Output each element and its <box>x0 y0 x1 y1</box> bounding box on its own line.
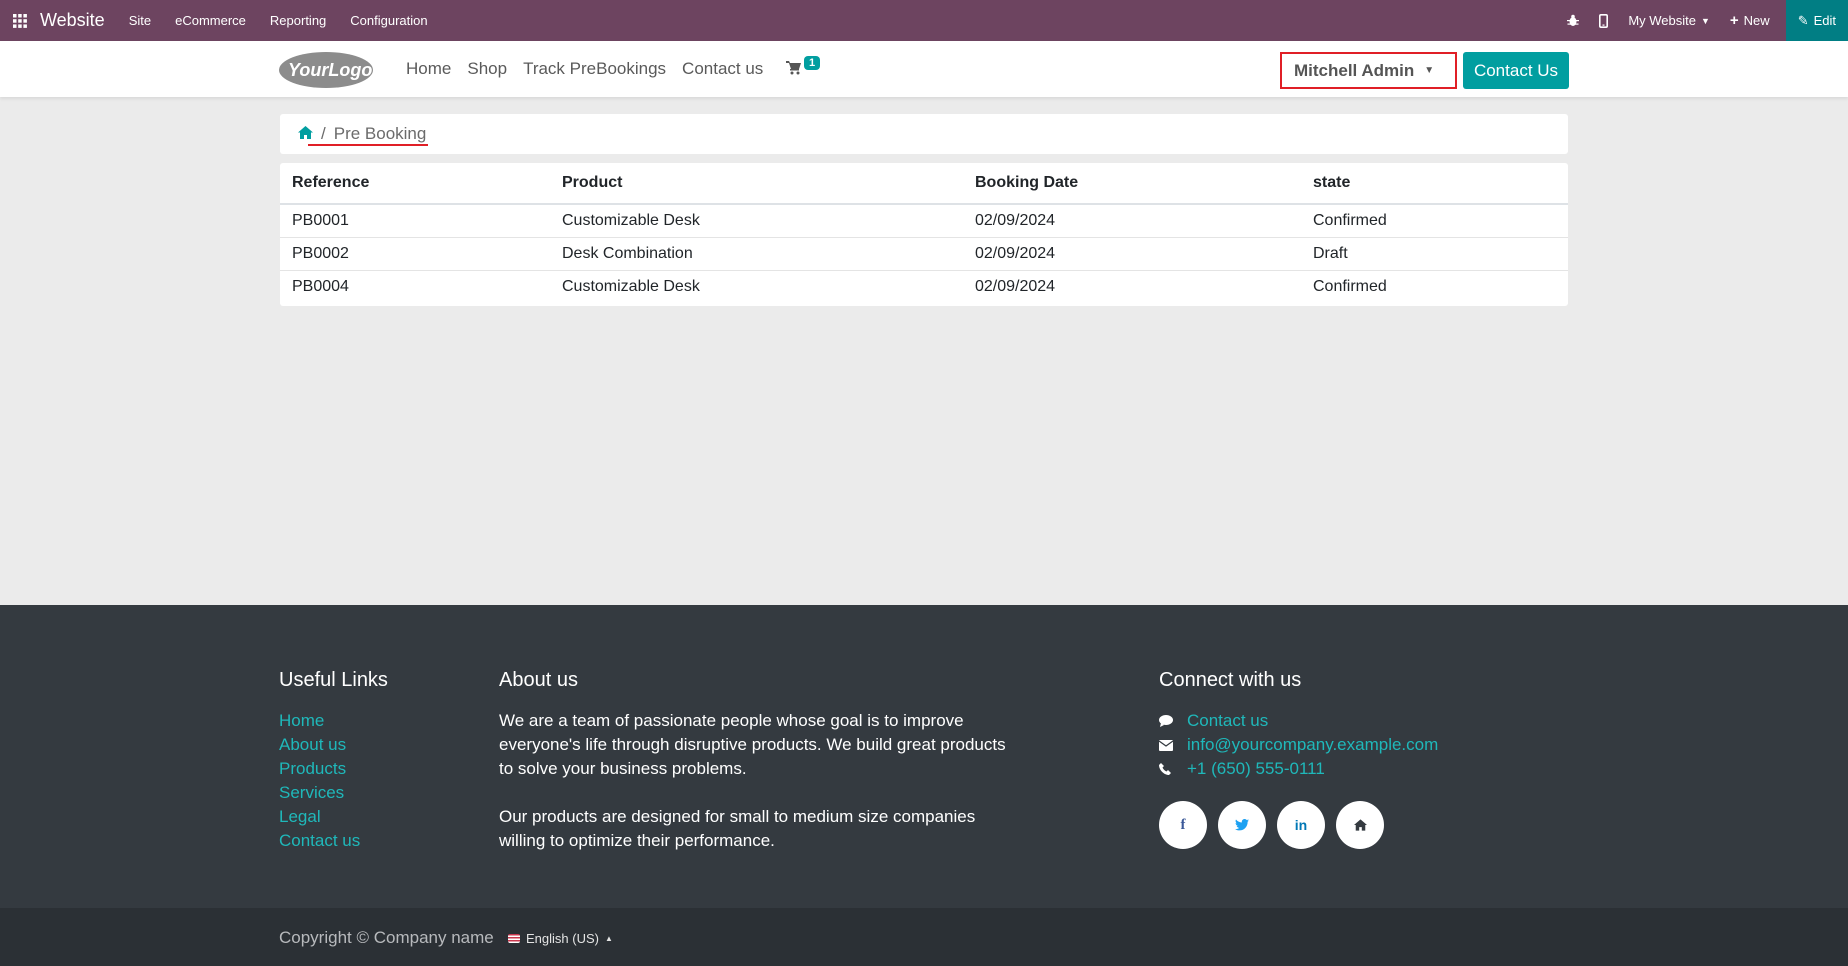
phone-icon <box>1159 763 1175 775</box>
cell-state: Confirmed <box>1313 277 1387 295</box>
col-reference: Reference <box>280 163 550 205</box>
contact-us-button[interactable]: Contact Us <box>1463 52 1569 89</box>
website-selector-label: My Website <box>1628 13 1696 28</box>
cell-product: Desk Combination <box>550 237 963 271</box>
footer-link-home[interactable]: Home <box>279 709 388 733</box>
admin-bar: Website Site eCommerce Reporting Configu… <box>0 0 1848 41</box>
language-label: English (US) <box>526 931 599 946</box>
cell-booking-date: 02/09/2024 <box>963 204 1301 238</box>
cart-icon <box>786 61 801 75</box>
useful-links-title: Useful Links <box>279 669 388 691</box>
cell-reference[interactable]: PB0004 <box>280 270 550 303</box>
us-flag-icon <box>508 934 520 943</box>
user-name: Mitchell Admin <box>1294 60 1415 80</box>
app-brand[interactable]: Website <box>40 10 105 31</box>
about-paragraph-2: Our products are designed for small to m… <box>499 807 976 850</box>
nav-home[interactable]: Home <box>406 59 451 79</box>
new-button[interactable]: + New <box>1730 12 1770 29</box>
edit-button[interactable]: ✎ Edit <box>1785 0 1848 41</box>
caret-up-icon: ▲ <box>604 934 613 943</box>
footer-link-contact[interactable]: Contact us <box>279 829 388 853</box>
col-product: Product <box>550 163 963 205</box>
footer-link-about[interactable]: About us <box>279 733 388 757</box>
about-paragraph-1: We are a team of passionate people whose… <box>499 711 1006 778</box>
nav-shop[interactable]: Shop <box>467 59 507 79</box>
cell-product: Customizable Desk <box>562 277 700 295</box>
cell-booking-date: 02/09/2024 <box>963 237 1301 271</box>
social-links: f in <box>1159 801 1438 849</box>
breadcrumb: / Pre Booking <box>280 114 1568 154</box>
footer-link-services[interactable]: Services <box>279 781 388 805</box>
cart-count-badge: 1 <box>804 56 821 70</box>
email-link[interactable]: info@yourcompany.example.com <box>1187 733 1438 757</box>
admin-menu-ecommerce[interactable]: eCommerce <box>175 13 246 28</box>
user-menu[interactable]: Mitchell Admin ▼ <box>1280 52 1457 89</box>
cell-reference[interactable]: PB0001 <box>280 204 550 238</box>
logo-text: YourLogo <box>288 60 372 80</box>
cart-link[interactable]: 1 <box>786 56 821 75</box>
table-row[interactable]: PB0001 Customizable Desk 02/09/2024 Conf… <box>280 204 1568 238</box>
site-logo[interactable]: YourLogo <box>278 51 374 94</box>
phone-row: +1 (650) 555-0111 <box>1159 757 1438 781</box>
chevron-down-icon: ▼ <box>1700 15 1710 26</box>
col-booking-date: Booking Date <box>963 163 1301 205</box>
connect-contact-link[interactable]: Contact us <box>1187 709 1268 733</box>
pencil-icon: ✎ <box>1797 12 1809 28</box>
cell-state: Confirmed <box>1301 204 1568 238</box>
footer-link-products[interactable]: Products <box>279 757 388 781</box>
cell-booking-date: 02/09/2024 <box>975 277 1056 295</box>
phone-link[interactable]: +1 (650) 555-0111 <box>1187 757 1325 781</box>
linkedin-icon[interactable]: in <box>1277 801 1325 849</box>
nav-contact-us[interactable]: Contact us <box>682 59 763 79</box>
breadcrumb-current: Pre Booking <box>333 124 427 143</box>
copyright-text: Copyright © Company name <box>279 928 494 947</box>
cell-reference[interactable]: PB0002 <box>280 237 550 271</box>
footer-link-legal[interactable]: Legal <box>279 805 388 829</box>
prebooking-table: Reference Product Booking Date state PB0… <box>280 163 1568 306</box>
footer-useful-links: Useful Links Home About us Products Serv… <box>279 669 388 853</box>
table-header-row: Reference Product Booking Date state <box>280 163 1568 205</box>
table-row[interactable]: PB0004 Customizable Desk 02/09/2024 Conf… <box>280 270 1568 303</box>
admin-menu-configuration[interactable]: Configuration <box>350 13 427 28</box>
site-header: YourLogo Home Shop Track PreBookings Con… <box>0 41 1848 97</box>
new-button-label: New <box>1743 13 1770 28</box>
admin-menu-site[interactable]: Site <box>129 13 151 28</box>
admin-menu-reporting[interactable]: Reporting <box>270 13 326 28</box>
email-row: info@yourcompany.example.com <box>1159 733 1438 757</box>
edit-button-label: Edit <box>1813 13 1836 28</box>
breadcrumb-separator: / <box>321 124 326 143</box>
home-icon[interactable] <box>298 124 313 144</box>
col-state: state <box>1301 163 1568 205</box>
highlight-underline <box>308 144 428 146</box>
debug-bug-icon[interactable] <box>1567 14 1580 27</box>
table-row[interactable]: PB0002 Desk Combination 02/09/2024 Draft <box>280 237 1568 271</box>
apps-menu-icon[interactable] <box>2 0 38 41</box>
cell-product: Customizable Desk <box>550 204 963 238</box>
facebook-icon[interactable]: f <box>1159 801 1207 849</box>
connect-title: Connect with us <box>1159 669 1302 691</box>
footer: Useful Links Home About us Products Serv… <box>0 605 1848 908</box>
nav-track-prebookings[interactable]: Track PreBookings <box>523 59 666 79</box>
contact-row: Contact us <box>1159 709 1438 733</box>
footer-connect: Connect with us Contact us info@yourcomp… <box>1159 669 1438 849</box>
caret-down-icon: ▼ <box>1424 65 1435 76</box>
about-title: About us <box>499 669 578 691</box>
website-selector[interactable]: My Website ▼ <box>1628 13 1710 28</box>
main-nav: Home Shop Track PreBookings Contact us <box>406 59 763 79</box>
comment-icon <box>1159 715 1175 727</box>
copyright-bar: Copyright © Company name English (US) ▲ <box>0 908 1848 966</box>
language-selector[interactable]: English (US) ▲ <box>508 931 613 946</box>
plus-icon: + <box>1729 12 1739 29</box>
twitter-icon[interactable] <box>1218 801 1266 849</box>
home-icon[interactable] <box>1336 801 1384 849</box>
envelope-icon <box>1159 739 1175 751</box>
footer-about: About us We are a team of passionate peo… <box>499 669 1019 877</box>
cell-state: Draft <box>1301 237 1568 271</box>
mobile-preview-icon[interactable] <box>1599 13 1609 28</box>
